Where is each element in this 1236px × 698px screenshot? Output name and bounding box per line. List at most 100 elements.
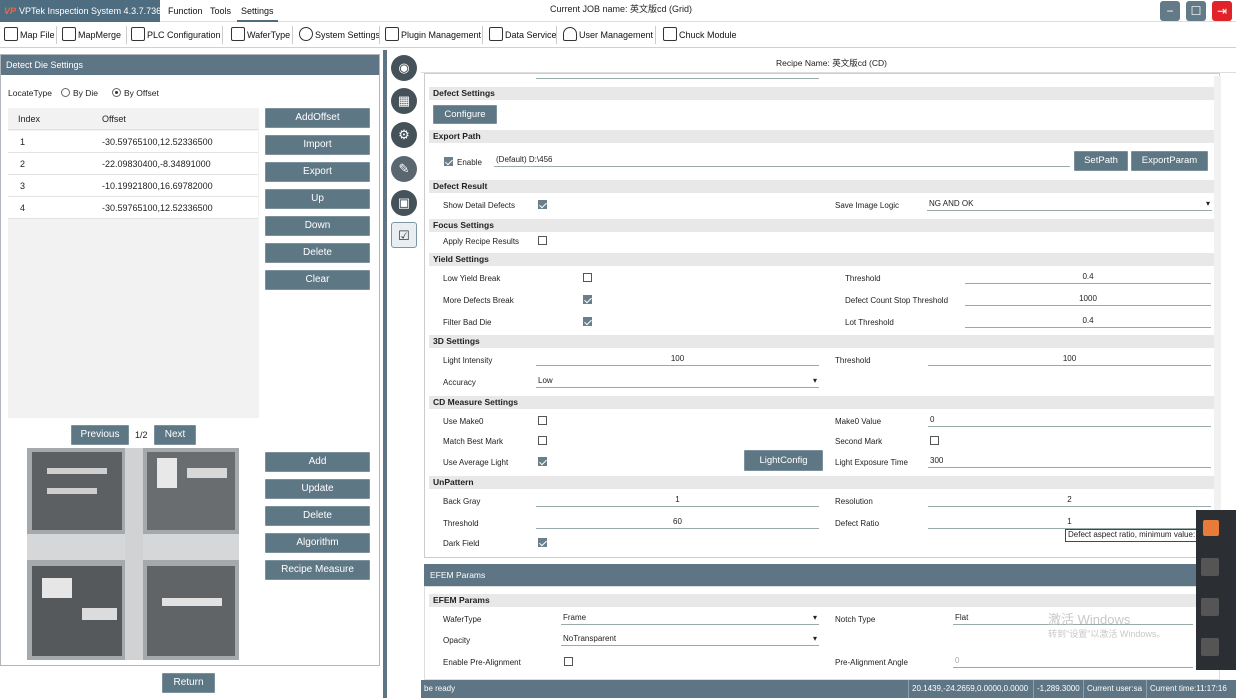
map-file-button[interactable]: Map File bbox=[4, 25, 55, 45]
minimize-button[interactable]: − bbox=[1160, 1, 1180, 21]
resolution-field[interactable]: 2 bbox=[928, 494, 1211, 507]
folder-icon[interactable] bbox=[1203, 520, 1219, 536]
row-offset: -30.59765100,12.52336500 bbox=[102, 137, 213, 147]
low-yield-checkbox[interactable] bbox=[583, 273, 592, 283]
delete-offset-button[interactable]: Delete bbox=[265, 243, 370, 263]
panel-header: Detect Die Settings bbox=[1, 55, 379, 75]
map-file-icon bbox=[4, 27, 18, 41]
next-button[interactable]: Next bbox=[154, 425, 196, 445]
second-mark-checkbox[interactable] bbox=[930, 436, 939, 446]
system-settings-button[interactable]: System Settings bbox=[299, 25, 380, 45]
menu-settings[interactable]: Settings bbox=[237, 0, 278, 22]
match-best-mark-label: Match Best Mark bbox=[443, 437, 504, 446]
use-make0-label: Use Make0 bbox=[443, 417, 484, 426]
row-index: 1 bbox=[20, 137, 26, 147]
plugin-management-button[interactable]: Plugin Management bbox=[385, 25, 481, 45]
settings-globe-icon[interactable]: ⚙ bbox=[391, 122, 417, 148]
show-detail-checkbox[interactable] bbox=[538, 200, 547, 210]
task-item-icon[interactable] bbox=[1201, 558, 1219, 576]
add-button[interactable]: Add bbox=[265, 452, 370, 472]
previous-button[interactable]: Previous bbox=[71, 425, 129, 445]
use-average-light-checkbox[interactable] bbox=[538, 457, 547, 467]
table-row[interactable]: 2 -22.09830400,-8.34891000 bbox=[8, 153, 258, 175]
map-merge-label: MapMerge bbox=[78, 30, 122, 40]
return-button[interactable]: Return bbox=[162, 673, 215, 693]
unpattern-threshold-field[interactable]: 60 bbox=[536, 516, 819, 529]
prealign-angle-field[interactable]: 0 bbox=[953, 655, 1193, 668]
camera-icon[interactable]: ◉ bbox=[391, 55, 417, 81]
wafertype-select[interactable]: Frame bbox=[561, 612, 819, 625]
status-user: Current user:sa bbox=[1083, 680, 1142, 698]
wafertype-button[interactable]: WaferType bbox=[231, 25, 290, 45]
grid-globe-icon[interactable]: ▦ bbox=[391, 88, 417, 114]
splitter[interactable] bbox=[383, 50, 387, 698]
defect-ratio-field[interactable]: 1 bbox=[928, 516, 1211, 529]
menu-tools[interactable]: Tools bbox=[206, 0, 235, 22]
add-offset-button[interactable]: AddOffset bbox=[265, 108, 370, 128]
data-service-button[interactable]: Data Service bbox=[489, 25, 557, 45]
up-button[interactable]: Up bbox=[265, 189, 370, 209]
exit-button[interactable]: ⇥ bbox=[1212, 1, 1232, 21]
configure-button[interactable]: Configure bbox=[433, 105, 497, 124]
menu-function[interactable]: Function bbox=[164, 0, 207, 22]
col-offset: Offset bbox=[102, 114, 126, 124]
table-row[interactable]: 3 -10.19921800,16.69782000 bbox=[8, 175, 258, 197]
by-offset-radio[interactable]: By Offset bbox=[112, 88, 159, 98]
save-image-logic-label: Save Image Logic bbox=[835, 201, 900, 210]
map-file-label: Map File bbox=[20, 30, 55, 40]
down-button[interactable]: Down bbox=[265, 216, 370, 236]
save-image-logic-select[interactable]: NG AND OK bbox=[927, 198, 1212, 211]
set-path-button[interactable]: SetPath bbox=[1074, 151, 1128, 171]
toolbar-divider bbox=[379, 26, 380, 44]
task-item-icon[interactable] bbox=[1201, 598, 1219, 616]
use-make0-checkbox[interactable] bbox=[538, 416, 547, 426]
light-config-button[interactable]: LightConfig bbox=[744, 450, 823, 471]
export-button[interactable]: Export bbox=[265, 162, 370, 182]
image-icon[interactable]: ▣ bbox=[391, 190, 417, 216]
efem-params-header: EFEM Params bbox=[429, 594, 1214, 607]
yield-threshold-field[interactable]: 0.4 bbox=[965, 271, 1211, 284]
col-index: Index bbox=[18, 114, 41, 124]
delete-button[interactable]: Delete bbox=[265, 506, 370, 526]
user-management-button[interactable]: User Management bbox=[563, 25, 653, 45]
more-defects-checkbox[interactable] bbox=[583, 295, 592, 305]
map-merge-button[interactable]: MapMerge bbox=[62, 25, 121, 45]
export-path-field[interactable]: (Default) D:\456 bbox=[494, 154, 1070, 167]
3d-threshold-field[interactable]: 100 bbox=[928, 353, 1211, 366]
table-row[interactable]: 1 -30.59765100,12.52336500 bbox=[8, 131, 258, 153]
make0-value-field[interactable]: 0 bbox=[928, 414, 1211, 427]
chuck-module-button[interactable]: Chuck Module bbox=[663, 25, 737, 45]
checklist-icon[interactable]: ☑ bbox=[391, 222, 417, 248]
toolbar-divider bbox=[556, 26, 557, 44]
ruler-icon[interactable]: ✎ bbox=[391, 156, 417, 182]
clear-button[interactable]: Clear bbox=[265, 270, 370, 290]
light-exposure-field[interactable]: 300 bbox=[928, 455, 1211, 468]
export-param-button[interactable]: ExportParam bbox=[1131, 151, 1208, 171]
accuracy-select[interactable]: Low bbox=[536, 375, 819, 388]
checkbox bbox=[538, 236, 547, 245]
update-button[interactable]: Update bbox=[265, 479, 370, 499]
dark-field-checkbox[interactable] bbox=[538, 538, 547, 548]
import-button[interactable]: Import bbox=[265, 135, 370, 155]
algorithm-button[interactable]: Algorithm bbox=[265, 533, 370, 553]
enable-export-checkbox[interactable] bbox=[444, 157, 453, 167]
scrollbar[interactable] bbox=[1214, 76, 1221, 556]
lot-threshold-field[interactable]: 0.4 bbox=[965, 315, 1211, 328]
by-die-radio[interactable]: By Die bbox=[61, 88, 98, 98]
export-path-header: Export Path bbox=[429, 130, 1214, 143]
filter-bad-die-checkbox[interactable] bbox=[583, 317, 592, 327]
task-item-icon[interactable] bbox=[1201, 638, 1219, 656]
back-gray-label: Back Gray bbox=[443, 497, 481, 506]
plc-config-button[interactable]: PLC Configuration bbox=[131, 25, 221, 45]
light-intensity-field[interactable]: 100 bbox=[536, 353, 819, 366]
enable-prealign-checkbox[interactable] bbox=[564, 657, 573, 667]
recipe-measure-button[interactable]: Recipe Measure bbox=[265, 560, 370, 580]
table-row[interactable]: 4 -30.59765100,12.52336500 bbox=[8, 197, 258, 219]
match-best-mark-checkbox[interactable] bbox=[538, 436, 547, 446]
back-gray-field[interactable]: 1 bbox=[536, 494, 819, 507]
opacity-select[interactable]: NoTransparent bbox=[561, 633, 819, 646]
defect-count-stop-field[interactable]: 1000 bbox=[965, 293, 1211, 306]
table-header: Index Offset bbox=[8, 108, 258, 130]
apply-recipe-checkbox[interactable] bbox=[538, 236, 547, 246]
maximize-button[interactable]: ☐ bbox=[1186, 1, 1206, 21]
